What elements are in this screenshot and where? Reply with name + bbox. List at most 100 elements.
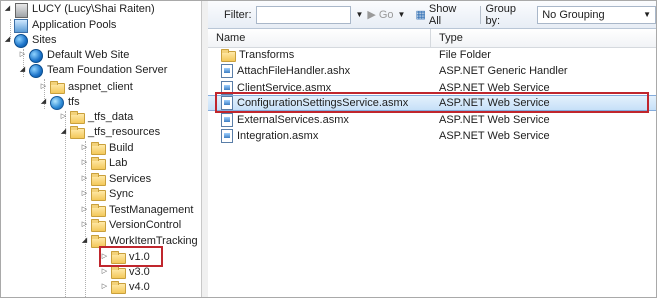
file-type: ASP.NET Generic Handler: [439, 65, 568, 77]
list-item[interactable]: Transforms File Folder: [208, 47, 656, 63]
tree-label: Default Web Site: [47, 49, 130, 61]
expand-icon[interactable]: ▷: [100, 279, 109, 295]
folder-icon: [91, 142, 106, 155]
column-header: Name Type: [208, 29, 656, 48]
list-item[interactable]: AttachFileHandler.ashx ASP.NET Generic H…: [208, 63, 656, 79]
tree-node-services[interactable]: ▷ Services: [80, 171, 151, 187]
expand-icon[interactable]: ▷: [59, 109, 68, 125]
expand-icon[interactable]: ▷: [80, 171, 89, 187]
tree-label: Sync: [109, 188, 134, 200]
collapse-icon[interactable]: ◢: [3, 32, 12, 48]
tree-node-server[interactable]: ◢ LUCY (Lucy\Shai Raiten): [3, 1, 155, 18]
folder-icon: [111, 266, 126, 279]
collapse-icon[interactable]: ◢: [59, 124, 68, 140]
file-icon: [221, 96, 233, 110]
tree-node-sync[interactable]: ▷ Sync: [80, 186, 133, 202]
column-header-type[interactable]: Type: [431, 29, 656, 47]
web-site-icon: [29, 49, 43, 63]
tree-node-v1-0[interactable]: ▷ v1.0: [100, 249, 150, 265]
folder-icon: [91, 204, 106, 217]
tree-node-tfs[interactable]: ◢ tfs: [39, 94, 80, 110]
file-icon: [221, 113, 233, 127]
tree-label: Team Foundation Server: [47, 64, 168, 76]
expand-icon[interactable]: ▷: [18, 47, 27, 63]
expand-icon[interactable]: ▷: [80, 217, 89, 233]
server-icon: [15, 3, 28, 18]
group-by-value: No Grouping: [542, 8, 605, 21]
tree-node-v4-0[interactable]: ▷ v4.0: [100, 279, 150, 295]
file-name: ClientService.asmx: [237, 82, 332, 94]
file-name: ExternalServices.asmx: [237, 114, 349, 126]
tree-label: TestManagement: [109, 204, 194, 216]
tree-node-aspnet-client[interactable]: ▷ aspnet_client: [39, 79, 133, 95]
tree-node-work-item-tracking[interactable]: ◢ WorkItemTracking: [80, 233, 198, 249]
tree-node-tfs-data[interactable]: ▷ _tfs_data: [59, 109, 133, 125]
filter-input[interactable]: [255, 5, 352, 24]
tree-node-sites[interactable]: ◢ Sites: [3, 32, 56, 48]
list-item-selected[interactable]: ConfigurationSettingsService.asmx ASP.NE…: [208, 95, 656, 111]
expand-icon[interactable]: ▷: [100, 249, 109, 265]
column-header-name[interactable]: Name: [208, 29, 431, 47]
connections-tree: ◢ LUCY (Lucy\Shai Raiten) Application Po…: [1, 1, 201, 297]
expand-icon[interactable]: ▷: [80, 186, 89, 202]
file-icon: [221, 64, 233, 78]
tree-label: v4.0: [129, 281, 150, 293]
tree-label: Sites: [32, 34, 57, 46]
expand-icon[interactable]: ▷: [100, 264, 109, 280]
tree-node-tfs-resources[interactable]: ◢ _tfs_resources: [59, 124, 160, 140]
go-button[interactable]: ▶ Go ▼: [367, 8, 409, 22]
file-type: ASP.NET Web Service: [439, 97, 550, 109]
tree-node-v3-0[interactable]: ▷ v3.0: [100, 264, 150, 280]
application-icon: [50, 96, 64, 110]
list-item[interactable]: ExternalServices.asmx ASP.NET Web Servic…: [208, 112, 656, 128]
filter-label: Filter:: [224, 8, 252, 21]
folder-icon: [50, 81, 65, 94]
go-dropdown-icon: ▼: [397, 10, 406, 19]
collapse-icon[interactable]: ◢: [39, 94, 48, 110]
tree-label: v1.0: [129, 251, 150, 263]
expand-icon[interactable]: ▷: [80, 140, 89, 156]
file-icon: [221, 129, 233, 143]
filter-toolbar: Filter: ▼ ▶ Go ▼ ▦ Show All Group by: No…: [208, 1, 656, 29]
content-view: Filter: ▼ ▶ Go ▼ ▦ Show All Group by: No…: [208, 1, 656, 297]
tree-label: aspnet_client: [68, 81, 133, 93]
tree-label: tfs: [68, 96, 80, 108]
folder-icon: [70, 126, 85, 139]
tree-node-team-foundation-server[interactable]: ◢ Team Foundation Server: [18, 62, 167, 78]
group-by-select[interactable]: No Grouping ▼: [537, 5, 656, 24]
folder-icon: [111, 251, 126, 264]
list-item[interactable]: Integration.asmx ASP.NET Web Service: [208, 128, 656, 144]
tree-label: Application Pools: [32, 19, 117, 31]
folder-icon: [221, 49, 236, 62]
go-label: Go: [378, 8, 394, 21]
tree-node-test-management[interactable]: ▷ TestManagement: [80, 202, 193, 218]
tree-label: _tfs_data: [88, 111, 134, 123]
folder-icon: [91, 188, 106, 201]
tree-label: WorkItemTracking: [109, 235, 198, 247]
tree-node-lab[interactable]: ▷ Lab: [80, 155, 127, 171]
collapse-icon[interactable]: ◢: [3, 1, 12, 17]
file-name: AttachFileHandler.ashx: [237, 65, 351, 77]
expand-icon[interactable]: ▷: [80, 202, 89, 218]
sites-icon: [14, 34, 28, 48]
collapse-icon[interactable]: ◢: [80, 233, 89, 249]
folder-icon: [91, 219, 106, 232]
file-icon: [221, 81, 233, 95]
file-name: ConfigurationSettingsService.asmx: [237, 97, 409, 109]
tree-node-application-pools[interactable]: Application Pools: [14, 17, 116, 33]
folder-icon: [91, 235, 106, 248]
toolbar-separator: [480, 5, 482, 24]
folder-icon: [70, 111, 85, 124]
expand-icon[interactable]: ▷: [80, 155, 89, 171]
collapse-icon[interactable]: ◢: [18, 62, 27, 78]
expand-icon[interactable]: ▷: [39, 79, 48, 95]
tree-node-default-web-site[interactable]: ▷ Default Web Site: [18, 47, 129, 63]
tree-node-version-control[interactable]: ▷ VersionControl: [80, 217, 181, 233]
tree-node-build[interactable]: ▷ Build: [80, 140, 133, 156]
filter-dropdown-icon[interactable]: ▼: [355, 10, 363, 19]
tree-label: Build: [109, 142, 134, 154]
file-type: ASP.NET Web Service: [439, 130, 550, 142]
show-all-button[interactable]: ▦ Show All: [415, 3, 470, 27]
folder-icon: [91, 173, 106, 186]
list-item[interactable]: ClientService.asmx ASP.NET Web Service: [208, 80, 656, 96]
